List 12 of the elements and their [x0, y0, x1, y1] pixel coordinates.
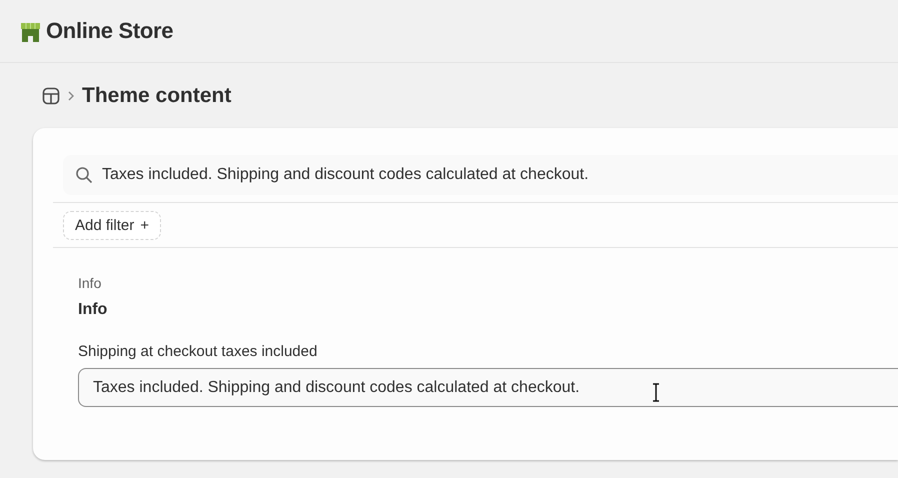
- page-title: Theme content: [82, 84, 232, 108]
- layout-icon: [42, 86, 60, 104]
- search-field[interactable]: Taxes included. Shipping and discount codes calculated at checkout.: [63, 155, 898, 195]
- app-title: Online Store: [46, 18, 174, 44]
- add-filter-button[interactable]: Add filter +: [63, 211, 161, 240]
- chevron-icon: [68, 90, 74, 100]
- section-heading: Info: [78, 301, 108, 319]
- section-caption: Info: [78, 275, 102, 291]
- text-field[interactable]: Taxes included. Shipping and discount codes calculated at checkout.: [78, 368, 898, 407]
- search-icon: [75, 166, 93, 184]
- field-label: Shipping at checkout taxes included: [78, 343, 318, 360]
- text-cursor-icon: [652, 383, 660, 402]
